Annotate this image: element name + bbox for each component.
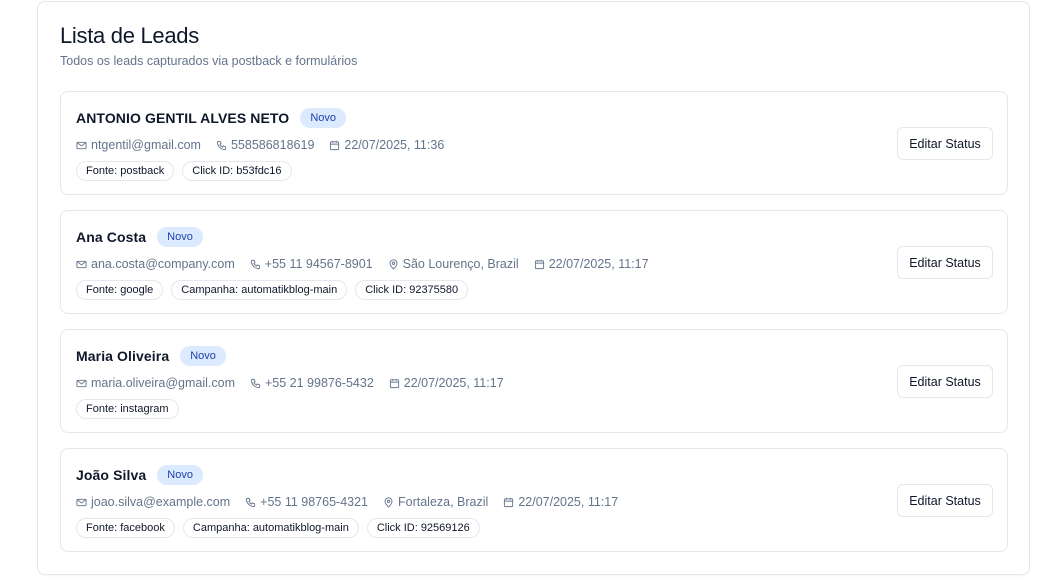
- lead-date-text: 22/07/2025, 11:36: [344, 138, 445, 152]
- source-tag: Fonte: facebook: [76, 518, 175, 538]
- lead-date-text: 22/07/2025, 11:17: [518, 495, 619, 509]
- status-badge: Novo: [157, 227, 203, 247]
- lead-date-text: 22/07/2025, 11:17: [403, 376, 504, 390]
- lead-email: ntgentil@gmail.com: [76, 138, 201, 152]
- lead-name: João Silva: [76, 467, 147, 483]
- lead-email: joao.silva@example.com: [76, 495, 230, 509]
- lead-phone: 558586818619: [216, 138, 314, 152]
- lead-location-text: São Lourenço, Brazil: [402, 257, 519, 271]
- click-id-tag: Click ID: 92569126: [366, 518, 480, 538]
- lead-phone: +55 11 98765-4321: [245, 495, 368, 509]
- campaign-tag: Campanha: automatikblog-main: [171, 280, 348, 300]
- campaign-tag: Campanha: automatikblog-main: [182, 518, 359, 538]
- lead-phone-text: +55 21 99876-5432: [264, 376, 374, 390]
- lead-card: ANTONIO GENTIL ALVES NETO Novo ntgentil@…: [60, 91, 1008, 195]
- phone-icon: [250, 259, 260, 269]
- phone-icon: [216, 140, 227, 150]
- map-pin-icon: [384, 496, 393, 508]
- lead-email: ana.costa@company.com: [76, 257, 235, 271]
- lead-email: maria.oliveira@gmail.com: [76, 376, 235, 390]
- calendar-icon: [534, 259, 544, 269]
- lead-name: Ana Costa: [76, 229, 147, 245]
- status-badge: Novo: [300, 108, 346, 128]
- lead-date: 22/07/2025, 11:17: [389, 376, 504, 390]
- lead-email-text: ntgentil@gmail.com: [91, 138, 201, 152]
- lead-location-text: Fortaleza, Brazil: [398, 495, 489, 509]
- lead-location: São Lourenço, Brazil: [388, 257, 519, 271]
- calendar-icon: [389, 378, 399, 388]
- page-title: Lista de Leads: [60, 23, 199, 48]
- page-subtitle: Todos os leads capturados via postback e…: [60, 54, 358, 68]
- edit-status-button[interactable]: Editar Status: [897, 365, 993, 398]
- leads-panel: Lista de Leads Todos os leads capturados…: [37, 1, 1030, 575]
- lead-date: 22/07/2025, 11:17: [503, 495, 618, 509]
- mail-icon: [76, 498, 87, 506]
- lead-name: Maria Oliveira: [76, 348, 170, 364]
- edit-status-button[interactable]: Editar Status: [897, 246, 993, 279]
- mail-icon: [76, 379, 87, 387]
- lead-card: Maria Oliveira Novo maria.oliveira@gmail…: [60, 329, 1008, 433]
- lead-phone: +55 11 94567-8901: [250, 257, 373, 271]
- status-badge: Novo: [157, 465, 203, 485]
- map-pin-icon: [389, 258, 398, 270]
- lead-phone-text: 558586818619: [230, 138, 315, 152]
- lead-date-text: 22/07/2025, 11:17: [548, 257, 649, 271]
- edit-status-button[interactable]: Editar Status: [897, 484, 993, 517]
- click-id-tag: Click ID: b53fdc16: [182, 161, 292, 181]
- edit-status-button[interactable]: Editar Status: [897, 127, 993, 160]
- lead-phone-text: +55 11 98765-4321: [260, 495, 368, 509]
- source-tag: Fonte: instagram: [76, 399, 179, 419]
- lead-date: 22/07/2025, 11:17: [534, 257, 649, 271]
- click-id-tag: Click ID: 92375580: [355, 280, 469, 300]
- lead-phone: +55 21 99876-5432: [250, 376, 374, 390]
- lead-date: 22/07/2025, 11:36: [329, 138, 444, 152]
- calendar-icon: [330, 140, 340, 150]
- phone-icon: [246, 497, 256, 507]
- lead-card: João Silva Novo joao.silva@example.com +…: [60, 448, 1008, 552]
- calendar-icon: [504, 497, 514, 507]
- lead-location: Fortaleza, Brazil: [383, 495, 488, 509]
- lead-email-text: ana.costa@company.com: [91, 257, 235, 271]
- lead-name: ANTONIO GENTIL ALVES NETO: [76, 110, 290, 126]
- lead-phone-text: +55 11 94567-8901: [264, 257, 373, 271]
- source-tag: Fonte: postback: [76, 161, 175, 181]
- source-tag: Fonte: google: [76, 280, 164, 300]
- lead-card: Ana Costa Novo ana.costa@company.com +55…: [60, 210, 1008, 314]
- lead-email-text: maria.oliveira@gmail.com: [91, 376, 235, 390]
- phone-icon: [250, 378, 261, 388]
- lead-email-text: joao.silva@example.com: [91, 495, 231, 509]
- status-badge: Novo: [180, 346, 226, 366]
- mail-icon: [76, 141, 87, 149]
- mail-icon: [76, 260, 87, 268]
